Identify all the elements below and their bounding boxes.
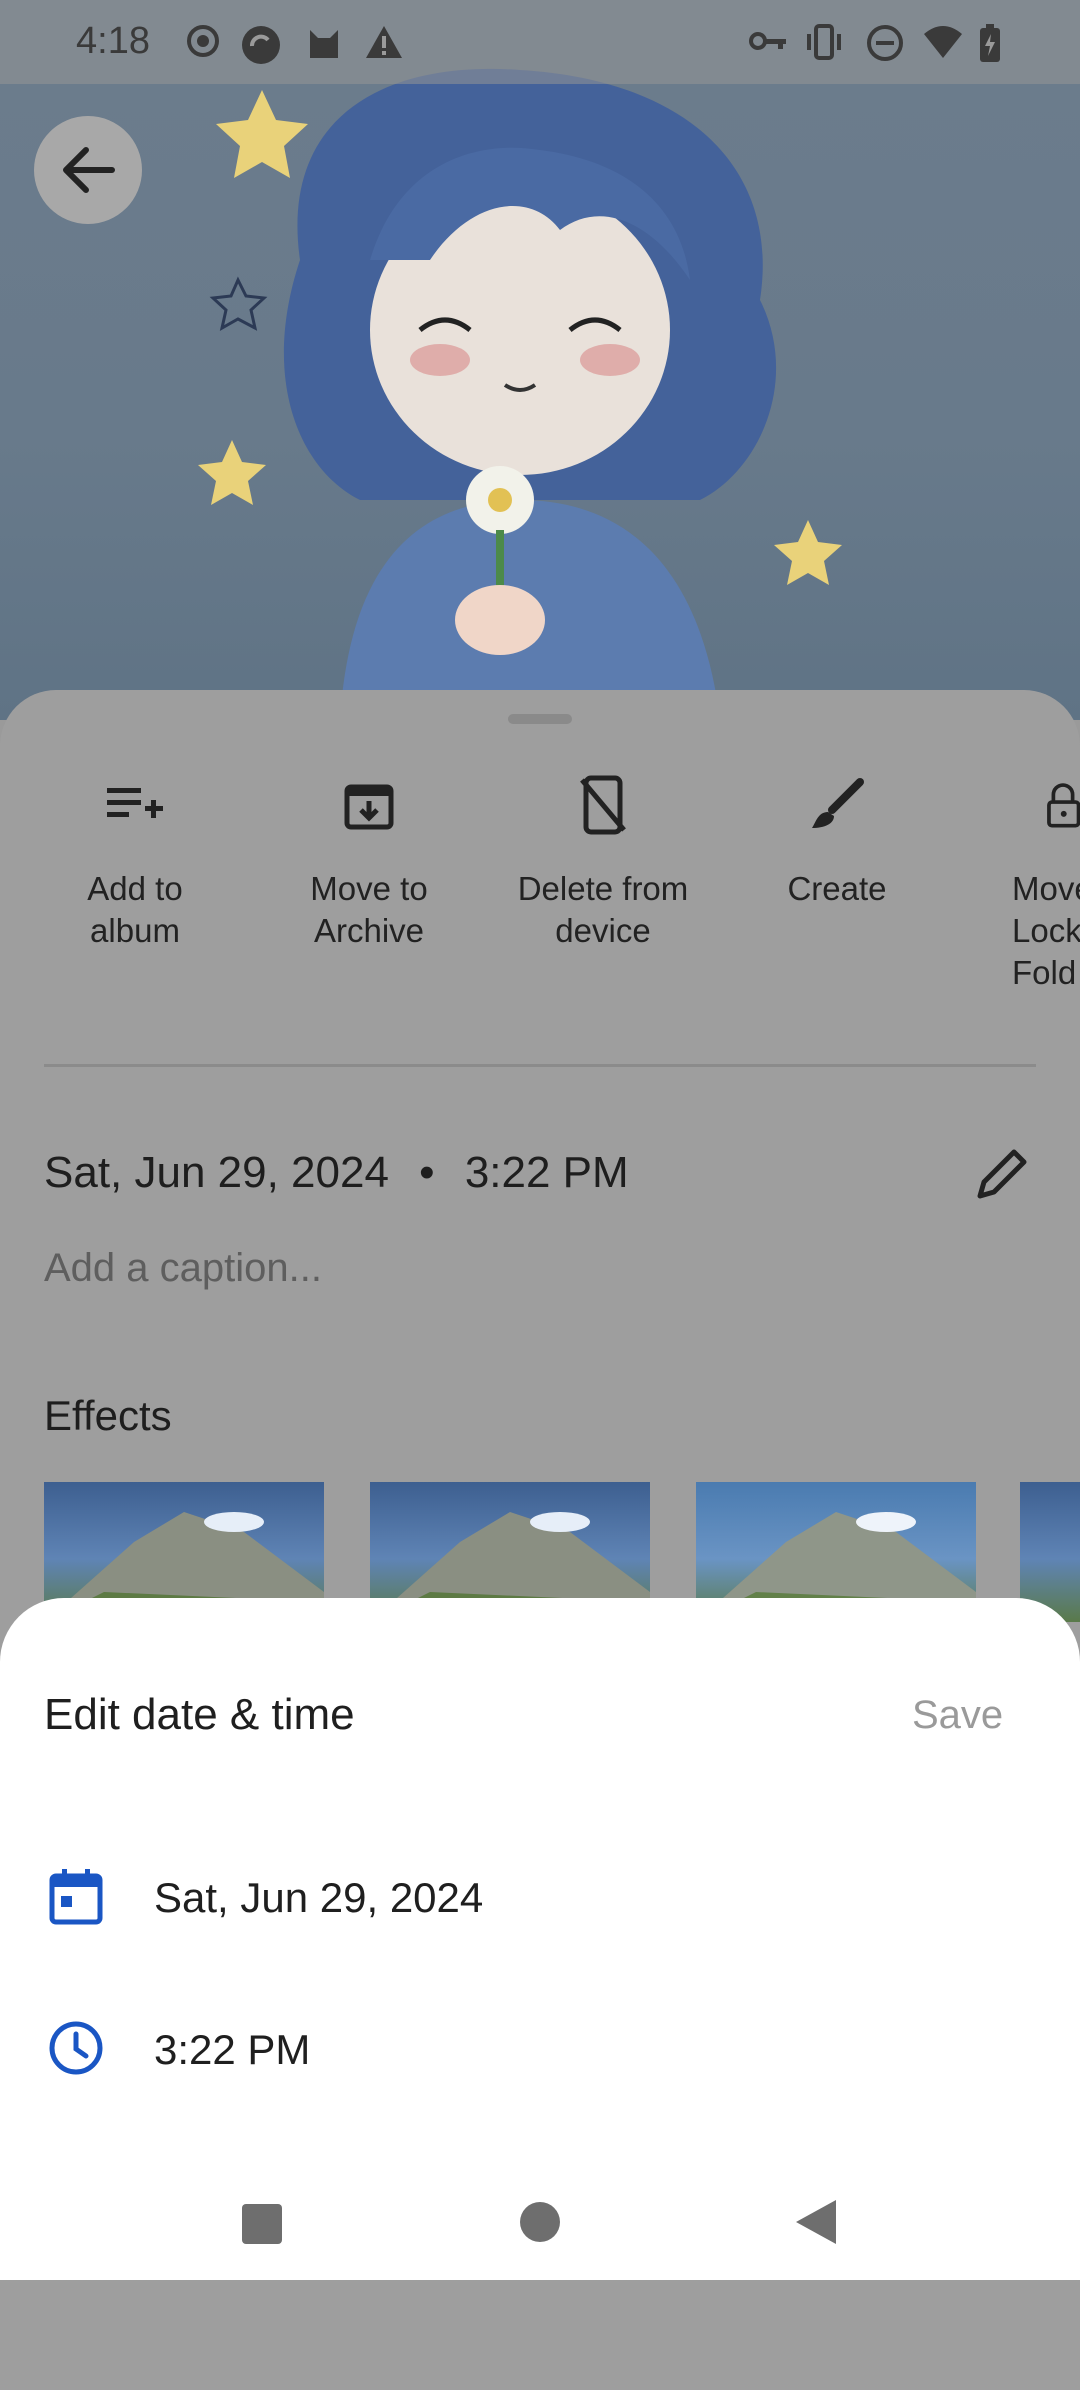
- sync-icon: [240, 24, 282, 71]
- status-time: 4:18: [76, 20, 150, 62]
- move-to-locked-folder-label: Move Lock Fold: [1012, 870, 1080, 991]
- datetime-separator: •: [419, 1148, 435, 1197]
- effects-title: Effects: [44, 1392, 172, 1439]
- edit-datetime-button[interactable]: [972, 1144, 1032, 1209]
- triangle-back-icon: [796, 2200, 836, 2244]
- caption-input[interactable]: Add a caption...: [44, 1246, 322, 1291]
- photo-datetime: Sat, Jun 29, 2024 • 3:22 PM: [44, 1148, 629, 1198]
- add-to-album-button[interactable]: Add to album: [20, 760, 250, 952]
- warning-icon: [364, 24, 404, 65]
- save-button[interactable]: Save: [912, 1693, 1003, 1738]
- photo-time: 3:22 PM: [464, 1148, 629, 1197]
- delete-from-device-label: Delete from device: [517, 870, 689, 949]
- add-to-album-label: Add to album: [87, 870, 183, 949]
- do-not-disturb-icon: [866, 24, 904, 67]
- sheet-drag-handle[interactable]: [508, 714, 572, 724]
- lock-icon: [956, 760, 1080, 850]
- create-button[interactable]: Create: [722, 760, 952, 910]
- back-nav-button[interactable]: [794, 2198, 838, 2251]
- divider: [44, 1064, 1036, 1067]
- date-row[interactable]: Sat, Jun 29, 2024: [0, 1844, 1080, 1954]
- playlist-add-icon: [20, 760, 250, 850]
- edit-sheet-title: Edit date & time: [44, 1690, 355, 1739]
- delete-from-device-button[interactable]: Delete from device: [488, 760, 718, 952]
- navigation-bar: [0, 2160, 1080, 2280]
- cat-icon: [306, 24, 342, 65]
- brush-icon: [722, 760, 952, 850]
- move-to-archive-label: Move to Archive: [310, 870, 428, 949]
- battery-charging-icon: [978, 24, 1002, 69]
- photo-viewer: [0, 0, 1080, 720]
- status-bar: 4:18: [0, 0, 1080, 84]
- create-label: Create: [787, 870, 887, 907]
- phone-delete-icon: [488, 760, 718, 850]
- circle-icon: [520, 2202, 560, 2242]
- back-button[interactable]: [34, 116, 142, 224]
- move-to-locked-folder-button[interactable]: Move Lock Fold: [956, 760, 1080, 994]
- record-icon: [186, 24, 220, 63]
- move-to-archive-button[interactable]: Move to Archive: [254, 760, 484, 952]
- calendar-icon: [46, 1866, 106, 1933]
- time-value: 3:22 PM: [154, 2026, 311, 2073]
- photo-image: [198, 68, 842, 720]
- time-row[interactable]: 3:22 PM: [0, 1998, 1080, 2108]
- clock-icon: [46, 2018, 106, 2083]
- pencil-icon: [977, 1149, 1027, 1199]
- archive-icon: [254, 760, 484, 850]
- home-button[interactable]: [518, 2200, 562, 2249]
- vibrate-icon: [804, 24, 844, 65]
- vpn-key-icon: [748, 24, 788, 63]
- date-value: Sat, Jun 29, 2024: [154, 1874, 484, 1921]
- wifi-icon: [922, 24, 964, 65]
- recents-button[interactable]: [240, 2202, 284, 2251]
- square-icon: [242, 2204, 282, 2244]
- photo-date: Sat, Jun 29, 2024: [44, 1148, 389, 1197]
- arrow-back-icon: [63, 147, 115, 193]
